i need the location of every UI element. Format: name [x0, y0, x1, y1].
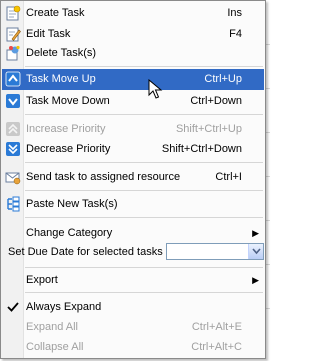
delete-task-icon	[5, 45, 21, 61]
menu-separator	[25, 114, 263, 115]
menu-item-label: Expand All	[26, 321, 78, 333]
menu-item-shortcut: F4	[229, 28, 242, 40]
edit-task-icon	[5, 26, 21, 42]
menu-separator	[25, 162, 263, 163]
paste-task-icon	[5, 196, 21, 212]
menu-separator	[25, 66, 263, 67]
menu-item-label: Task Move Up	[26, 73, 96, 85]
menu-item-collapse-all[interactable]: Collapse All Ctrl+Alt+C	[2, 337, 264, 358]
submenu-arrow-icon: ▶	[252, 275, 259, 285]
move-down-icon	[5, 93, 21, 109]
menu-item-decrease-priority[interactable]: Decrease Priority Shift+Ctrl+Down	[2, 139, 264, 160]
menu-separator	[25, 217, 263, 218]
menu-item-create-task[interactable]: Create Task Ins	[2, 3, 264, 24]
mouse-cursor-icon	[148, 78, 164, 101]
menu-item-always-expand[interactable]: Always Expand	[2, 297, 264, 318]
menu-item-label: Send task to assigned resource	[26, 171, 181, 183]
menu-item-set-due-date: Set Due Date for selected tasks	[2, 241, 264, 263]
menu-item-label: Always Expand	[26, 301, 102, 313]
menu-item-label: Create Task	[26, 7, 85, 19]
menu-separator	[25, 292, 263, 293]
menu-item-delete-tasks[interactable]: Delete Task(s)	[2, 43, 264, 64]
menu-item-label: Change Category	[26, 227, 113, 239]
menu-item-increase-priority[interactable]: Increase Priority Shift+Ctrl+Up	[2, 119, 264, 140]
create-task-icon	[5, 5, 21, 21]
chevron-down-icon[interactable]	[248, 244, 263, 259]
menu-item-label: Paste New Task(s)	[26, 198, 118, 210]
menu-item-shortcut: Ctrl+I	[215, 171, 242, 183]
menu-item-label: Edit Task	[26, 28, 71, 40]
context-menu: Create Task Ins Edit Task F4 Delete Task…	[0, 0, 266, 359]
move-up-icon	[5, 71, 21, 87]
menu-item-label: Collapse All	[26, 341, 84, 353]
menu-item-shortcut: Ctrl+Alt+E	[191, 321, 242, 333]
menu-separator	[25, 190, 263, 191]
menu-item-send-task[interactable]: Send task to assigned resource Ctrl+I	[2, 167, 264, 188]
menu-item-shortcut: Ctrl+Down	[190, 95, 242, 107]
menu-separator	[25, 267, 263, 268]
menu-item-shortcut: Ctrl+Up	[204, 73, 242, 85]
menu-item-paste-new-tasks[interactable]: Paste New Task(s)	[2, 194, 264, 215]
menu-item-shortcut: Ctrl+Alt+C	[191, 341, 242, 353]
check-icon	[5, 299, 21, 315]
menu-item-label: Delete Task(s)	[26, 47, 97, 59]
set-due-date-label: Set Due Date for selected tasks	[8, 246, 163, 258]
menu-item-label: Decrease Priority	[26, 143, 111, 155]
menu-item-export[interactable]: Export ▶	[2, 270, 264, 291]
submenu-arrow-icon: ▶	[252, 228, 259, 238]
send-task-icon	[5, 169, 21, 185]
menu-item-task-move-down[interactable]: Task Move Down Ctrl+Down	[2, 91, 264, 112]
menu-item-label: Export	[26, 274, 58, 286]
menu-item-edit-task[interactable]: Edit Task F4	[2, 24, 264, 45]
decrease-priority-icon	[5, 141, 21, 157]
menu-item-expand-all[interactable]: Expand All Ctrl+Alt+E	[2, 317, 264, 338]
due-date-combobox[interactable]	[166, 243, 264, 260]
menu-item-shortcut: Shift+Ctrl+Up	[175, 123, 242, 135]
menu-item-label: Increase Priority	[26, 123, 106, 135]
menu-item-shortcut: Ins	[227, 7, 242, 19]
increase-priority-icon	[5, 121, 21, 137]
menu-item-shortcut: Shift+Ctrl+Down	[161, 143, 242, 155]
menu-item-task-move-up[interactable]: Task Move Up Ctrl+Up	[2, 69, 264, 90]
menu-item-label: Task Move Down	[26, 95, 110, 107]
